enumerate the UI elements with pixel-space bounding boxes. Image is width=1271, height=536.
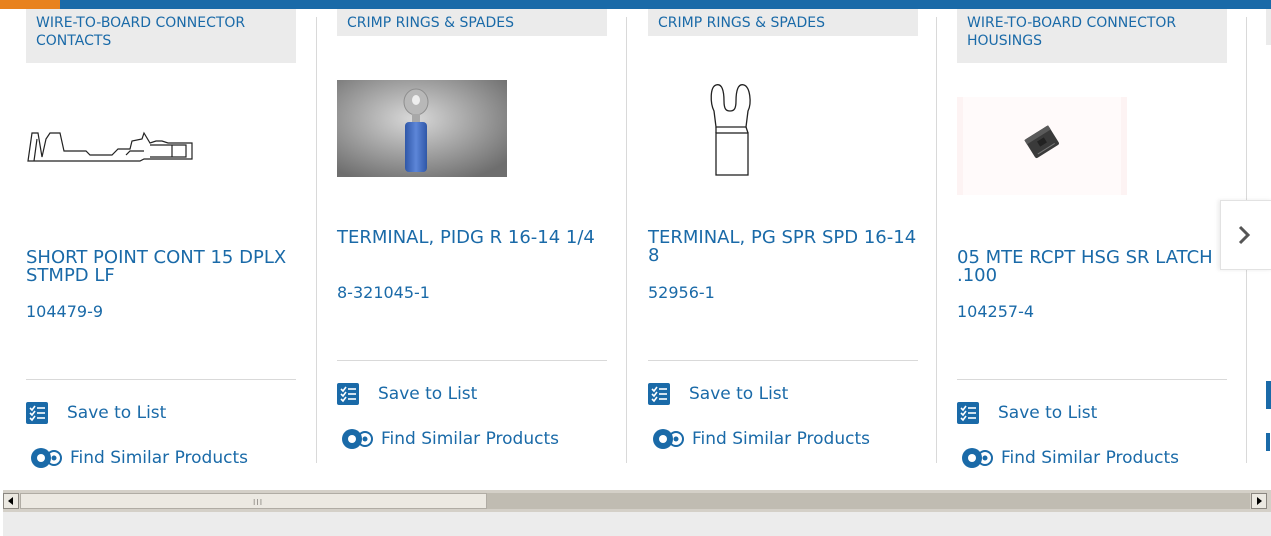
top-accent-bar: [0, 0, 1271, 9]
part-number[interactable]: 104257-4: [957, 302, 1034, 321]
carousel-next-button[interactable]: [1220, 200, 1271, 270]
category-label[interactable]: WIRE-TO-BOARD CONNECTOR CONTACTS: [26, 9, 296, 63]
checklist-icon: [648, 383, 670, 405]
chevron-right-icon: [1238, 225, 1251, 245]
column-divider: [936, 17, 937, 463]
bottom-panel: [3, 512, 1271, 536]
find-similar-label: Find Similar Products: [692, 429, 870, 449]
find-similar-button[interactable]: Find Similar Products: [957, 446, 1179, 470]
gears-icon: [653, 429, 684, 449]
part-number[interactable]: 104479-9: [26, 302, 103, 321]
orange-accent: [0, 0, 60, 9]
triangle-right-icon: [1257, 497, 1262, 505]
checklist-icon: [957, 402, 979, 424]
product-card: CRIMP RINGS & SPADES TERMINAL, PIDG R 16…: [337, 9, 607, 479]
save-to-list-button[interactable]: Save to List: [957, 401, 1097, 425]
next-card-save-icon-edge: [1266, 381, 1271, 409]
find-similar-button[interactable]: Find Similar Products: [26, 446, 248, 470]
save-to-list-button[interactable]: Save to List: [648, 382, 788, 406]
product-carousel: WIRE-TO-BOARD CONNECTOR CONTACTS SHORT P…: [0, 9, 1271, 485]
product-name[interactable]: TERMINAL, PIDG R 16-14 1/4: [337, 229, 607, 247]
next-card-category-edge: [1266, 9, 1271, 45]
product-name[interactable]: 05 MTE RCPT HSG SR LATCH .100: [957, 249, 1227, 285]
product-image[interactable]: [337, 80, 507, 177]
horizontal-scrollbar[interactable]: III: [3, 490, 1271, 512]
card-divider: [26, 379, 296, 380]
save-to-list-label: Save to List: [67, 403, 167, 423]
product-card: WIRE-TO-BOARD CONNECTOR HOUSINGS 05 MTE …: [957, 9, 1227, 479]
find-similar-label: Find Similar Products: [381, 429, 559, 449]
checklist-icon: [26, 402, 48, 424]
next-card-similar-icon-edge: [1266, 433, 1270, 451]
card-divider: [337, 360, 607, 361]
category-label[interactable]: WIRE-TO-BOARD CONNECTOR HOUSINGS: [957, 9, 1227, 63]
scrollbar-grip: III: [253, 498, 264, 507]
find-similar-button[interactable]: Find Similar Products: [648, 427, 870, 451]
find-similar-label: Find Similar Products: [70, 448, 248, 468]
card-divider: [648, 360, 918, 361]
product-image[interactable]: [708, 81, 758, 177]
gears-icon: [962, 448, 993, 468]
column-divider: [316, 17, 317, 463]
card-divider: [957, 379, 1227, 380]
gears-icon: [342, 429, 373, 449]
column-divider: [626, 17, 627, 463]
product-name[interactable]: SHORT POINT CONT 15 DPLX STMPD LF: [26, 249, 296, 285]
product-name[interactable]: TERMINAL, PG SPR SPD 16-14 8: [648, 229, 918, 265]
save-to-list-label: Save to List: [689, 384, 789, 404]
checklist-icon: [337, 383, 359, 405]
scroll-right-button[interactable]: [1251, 493, 1267, 509]
product-card: CRIMP RINGS & SPADES TERMINAL, PG SPR SP…: [648, 9, 918, 479]
part-number[interactable]: 8-321045-1: [337, 283, 430, 302]
product-image[interactable]: [26, 129, 198, 163]
part-number[interactable]: 52956-1: [648, 283, 715, 302]
category-label[interactable]: CRIMP RINGS & SPADES: [648, 9, 918, 36]
scroll-left-button[interactable]: [3, 493, 19, 509]
gears-icon: [31, 448, 62, 468]
triangle-left-icon: [8, 497, 13, 505]
find-similar-button[interactable]: Find Similar Products: [337, 427, 559, 451]
save-to-list-label: Save to List: [378, 384, 478, 404]
save-to-list-label: Save to List: [998, 403, 1098, 423]
product-card: WIRE-TO-BOARD CONNECTOR CONTACTS SHORT P…: [26, 9, 296, 479]
scrollbar-thumb[interactable]: III: [20, 493, 487, 509]
product-image[interactable]: [957, 97, 1127, 195]
find-similar-label: Find Similar Products: [1001, 448, 1179, 468]
save-to-list-button[interactable]: Save to List: [337, 382, 477, 406]
save-to-list-button[interactable]: Save to List: [26, 401, 166, 425]
category-label[interactable]: CRIMP RINGS & SPADES: [337, 9, 607, 36]
